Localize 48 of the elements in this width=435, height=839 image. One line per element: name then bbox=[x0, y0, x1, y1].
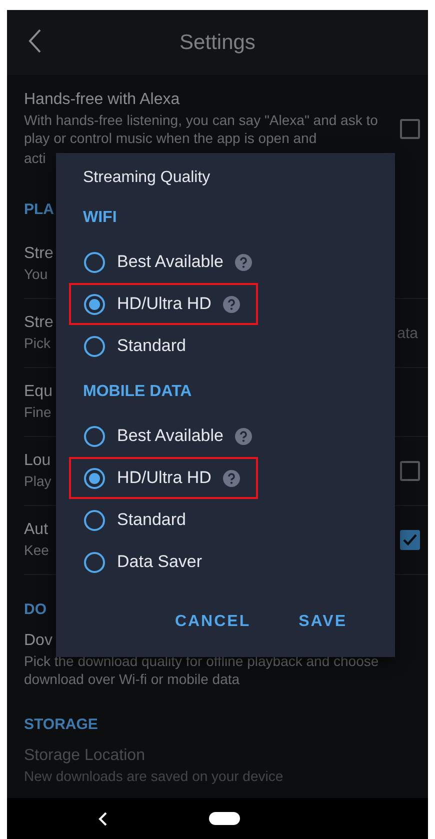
setting-description: Pick bbox=[24, 334, 50, 352]
section-heading: DO bbox=[24, 601, 46, 618]
radio-option[interactable]: Standard bbox=[69, 499, 258, 541]
setting-title: Stre bbox=[24, 245, 54, 263]
nav-back-button[interactable] bbox=[97, 810, 109, 826]
dialog-title: Streaming Quality bbox=[83, 169, 210, 187]
setting-description: Kee bbox=[24, 541, 49, 559]
radio-option[interactable]: Data Saver bbox=[69, 541, 258, 583]
radio-button[interactable] bbox=[84, 252, 105, 272]
radio-option[interactable]: Standard bbox=[69, 325, 258, 367]
setting-title: Lou bbox=[24, 452, 51, 470]
cancel-button[interactable]: CANCEL bbox=[170, 609, 255, 635]
section-heading: PLA bbox=[24, 201, 54, 218]
highlighted-option[interactable]: HD/Ultra HD bbox=[69, 283, 258, 325]
checkbox[interactable] bbox=[400, 461, 420, 481]
setting-description: New downloads are saved on your device bbox=[24, 767, 284, 785]
home-button[interactable] bbox=[209, 812, 240, 825]
help-icon[interactable] bbox=[235, 428, 252, 444]
highlighted-option[interactable]: HD/Ultra HD bbox=[69, 457, 258, 499]
radio-button[interactable] bbox=[84, 294, 105, 314]
radio-button[interactable] bbox=[84, 336, 105, 356]
checkbox[interactable] bbox=[400, 119, 420, 139]
setting-description: Fine bbox=[24, 403, 52, 421]
help-icon[interactable] bbox=[223, 296, 240, 312]
group-heading: MOBILE DATA bbox=[83, 383, 192, 401]
setting-description: acti bbox=[24, 149, 46, 167]
setting-title: Dov bbox=[24, 632, 52, 650]
setting-title: Equ bbox=[24, 383, 52, 401]
setting-title: Aut bbox=[24, 521, 48, 539]
save-button[interactable]: SAVE bbox=[294, 609, 351, 635]
setting-description: You bbox=[24, 265, 48, 283]
setting-description: Play bbox=[24, 472, 52, 490]
section-heading: STORAGE bbox=[24, 716, 98, 733]
radio-button[interactable] bbox=[84, 468, 105, 488]
group-heading: WIFI bbox=[83, 209, 117, 227]
setting-title: Stre bbox=[24, 314, 54, 332]
checkbox[interactable] bbox=[400, 530, 420, 550]
radio-option[interactable]: Best Available bbox=[69, 241, 258, 283]
radio-option[interactable]: Best Available bbox=[69, 415, 258, 457]
page-title: Settings bbox=[180, 30, 256, 54]
setting-title: Storage Location bbox=[24, 747, 145, 765]
help-icon[interactable] bbox=[235, 254, 252, 270]
radio-button[interactable] bbox=[84, 426, 105, 446]
radio-button[interactable] bbox=[84, 510, 105, 530]
help-icon[interactable] bbox=[223, 470, 240, 486]
setting-description: ata bbox=[397, 324, 418, 342]
radio-button[interactable] bbox=[84, 552, 105, 572]
setting-title: Hands-free with Alexa bbox=[24, 91, 180, 109]
